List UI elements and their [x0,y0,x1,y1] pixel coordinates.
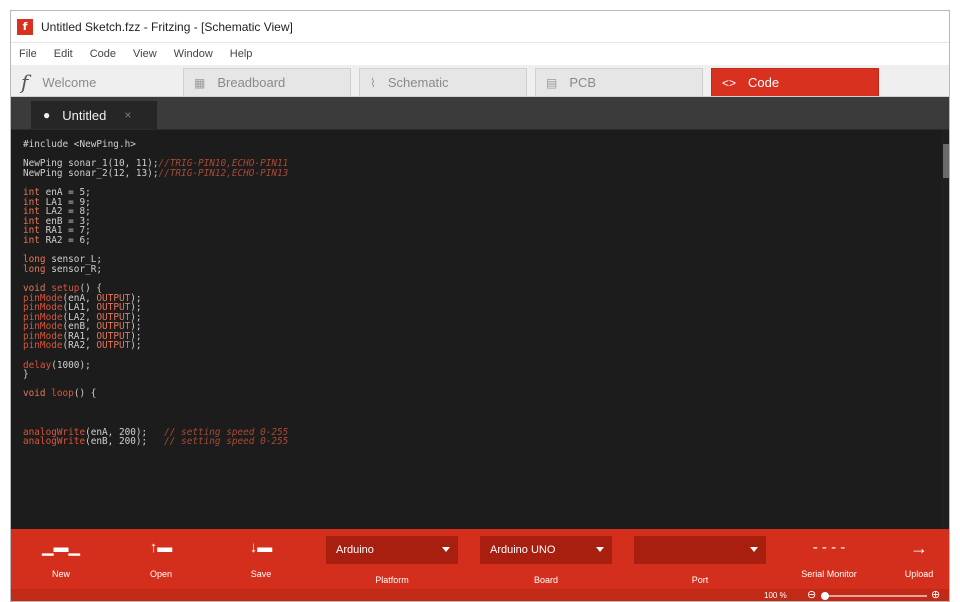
zoom-level-text: 100 % [764,591,787,600]
code-line[interactable] [23,399,288,409]
chevron-down-icon [442,547,450,552]
tab-pcb[interactable]: ▤ PCB [535,68,703,96]
status-bar: 100 % ⊖ ⊕ [11,589,949,601]
tab-code[interactable]: <> Code [711,68,879,96]
tab-welcome-label: Welcome [42,74,97,90]
code-token: long [23,263,46,275]
tab-schematic-label: Schematic [387,75,449,90]
code-token: pinMode [23,340,63,352]
menu-window[interactable]: Window [174,48,213,60]
code-token: RA2 = 6; [39,234,91,246]
file-tab-bar: ● Untitled × [11,97,949,129]
save-button[interactable]: ↓▬ Save [231,529,291,589]
platform-value: Arduino [336,544,374,556]
platform-select[interactable]: Arduino [326,536,458,564]
window-title: Untitled Sketch.fzz - Fritzing - [Schema… [41,19,293,34]
tab-breadboard-label: Breadboard [217,75,286,90]
code-token: (RA2, [62,340,97,352]
unsaved-dot-icon: ● [43,108,51,122]
board-value: Arduino UNO [490,544,556,556]
code-token: //TRIG-PIN12,ECHO-PIN13 [158,167,289,179]
code-token: // setting speed 0-255 [164,436,289,448]
tab-breadboard[interactable]: ▦ Breadboard [183,68,351,96]
code-line[interactable]: pinMode(RA2, OUTPUT); [23,341,288,351]
board-label: Board [533,575,559,585]
code-token: loop [51,388,74,400]
save-label: Save [250,569,272,579]
code-icon: <> [722,75,737,90]
zoom-out-icon[interactable]: ⊖ [807,589,816,601]
tab-pcb-label: PCB [569,75,597,90]
new-label: New [51,569,70,579]
code-line[interactable]: NewPing sonar_2(12, 13);//TRIG-PIN12,ECH… [23,167,289,179]
bottom-toolbar: ▁▬▁ New ↑▬ Open ↓▬ Save Arduino Platform… [11,529,949,589]
pcb-icon: ▤ [546,75,558,90]
code-line[interactable]: delay(1000); [23,359,288,371]
fritzing-window: f Untitled Sketch.fzz - Fritzing - [Sche… [10,10,950,602]
code-token: sensor_R; [45,263,103,275]
code-token: () { [73,388,97,400]
code-token: (enB, 200); [85,436,165,448]
code-line[interactable]: } [23,370,288,380]
menu-help[interactable]: Help [230,48,253,60]
menu-bar: File Edit Code View Window Help [11,43,949,65]
chevron-down-icon [750,547,758,552]
serial-monitor-button[interactable]: - - - - Serial Monitor [789,529,869,589]
save-icon: ↓▬ [249,539,273,556]
code-line[interactable]: int RA2 = 6; [23,236,288,246]
port-select[interactable] [634,536,766,564]
code-text[interactable]: #include <NewPing.h> NewPing sonar_1(10, … [23,140,288,447]
code-editor[interactable]: #include <NewPing.h> NewPing sonar_1(10, … [11,130,949,529]
zoom-slider[interactable] [827,595,927,597]
code-token: } [23,369,29,381]
code-token: (1000); [51,359,91,371]
file-tab-untitled[interactable]: ● Untitled × [31,101,157,129]
board-select[interactable]: Arduino UNO [480,536,612,564]
tab-schematic[interactable]: ⌇ Schematic [359,68,527,96]
fritzing-logo-icon: f [21,70,29,94]
menu-edit[interactable]: Edit [54,48,73,60]
serial-monitor-icon: - - - - [812,539,846,556]
upload-button[interactable]: → Upload [889,529,949,589]
code-token: void [23,388,46,400]
code-line[interactable]: long sensor_R; [23,263,288,275]
editor-scrollbar[interactable] [941,130,949,529]
file-tab-label: Untitled [62,107,107,123]
menu-view[interactable]: View [133,48,157,60]
code-token: int [23,234,40,246]
code-token: NewPing sonar_2(12, 13); [23,167,159,179]
fritzing-app-icon: f [17,18,33,35]
open-label: Open [149,569,173,579]
code-line[interactable]: #include <NewPing.h> [23,140,288,150]
serial-monitor-label: Serial Monitor [801,569,857,579]
scrollbar-thumb[interactable] [943,144,949,178]
tab-code-label: Code [748,75,780,90]
code-line[interactable] [23,409,288,419]
open-button[interactable]: ↑▬ Open [131,529,191,589]
code-token: ); [130,340,142,352]
menu-code[interactable]: Code [90,48,116,60]
code-line[interactable]: void loop() { [23,389,288,399]
schematic-icon: ⌇ [370,75,376,90]
code-token: #include <NewPing.h> [23,139,136,150]
chevron-down-icon [596,547,604,552]
breadboard-icon: ▦ [194,75,206,90]
open-icon: ↑▬ [149,539,173,556]
title-bar: f Untitled Sketch.fzz - Fritzing - [Sche… [11,11,949,43]
zoom-slider-handle[interactable] [821,592,829,600]
view-tab-bar: f Welcome ▦ Breadboard ⌇ Schematic ▤ PCB… [11,65,949,97]
code-token: OUTPUT [96,340,131,352]
new-button[interactable]: ▁▬▁ New [31,529,91,589]
zoom-in-icon[interactable]: ⊕ [931,589,940,601]
code-token: analogWrite [23,436,86,448]
upload-label: Upload [904,569,934,579]
code-line[interactable]: analogWrite(enB, 200); // setting speed … [23,437,288,447]
new-icon: ▁▬▁ [41,539,81,556]
upload-arrow-icon: → [910,538,928,558]
menu-file[interactable]: File [19,48,37,60]
platform-label: Platform [375,575,409,585]
tab-welcome[interactable]: f Welcome [11,68,175,96]
close-icon[interactable]: × [124,108,131,122]
port-label: Port [691,575,709,585]
